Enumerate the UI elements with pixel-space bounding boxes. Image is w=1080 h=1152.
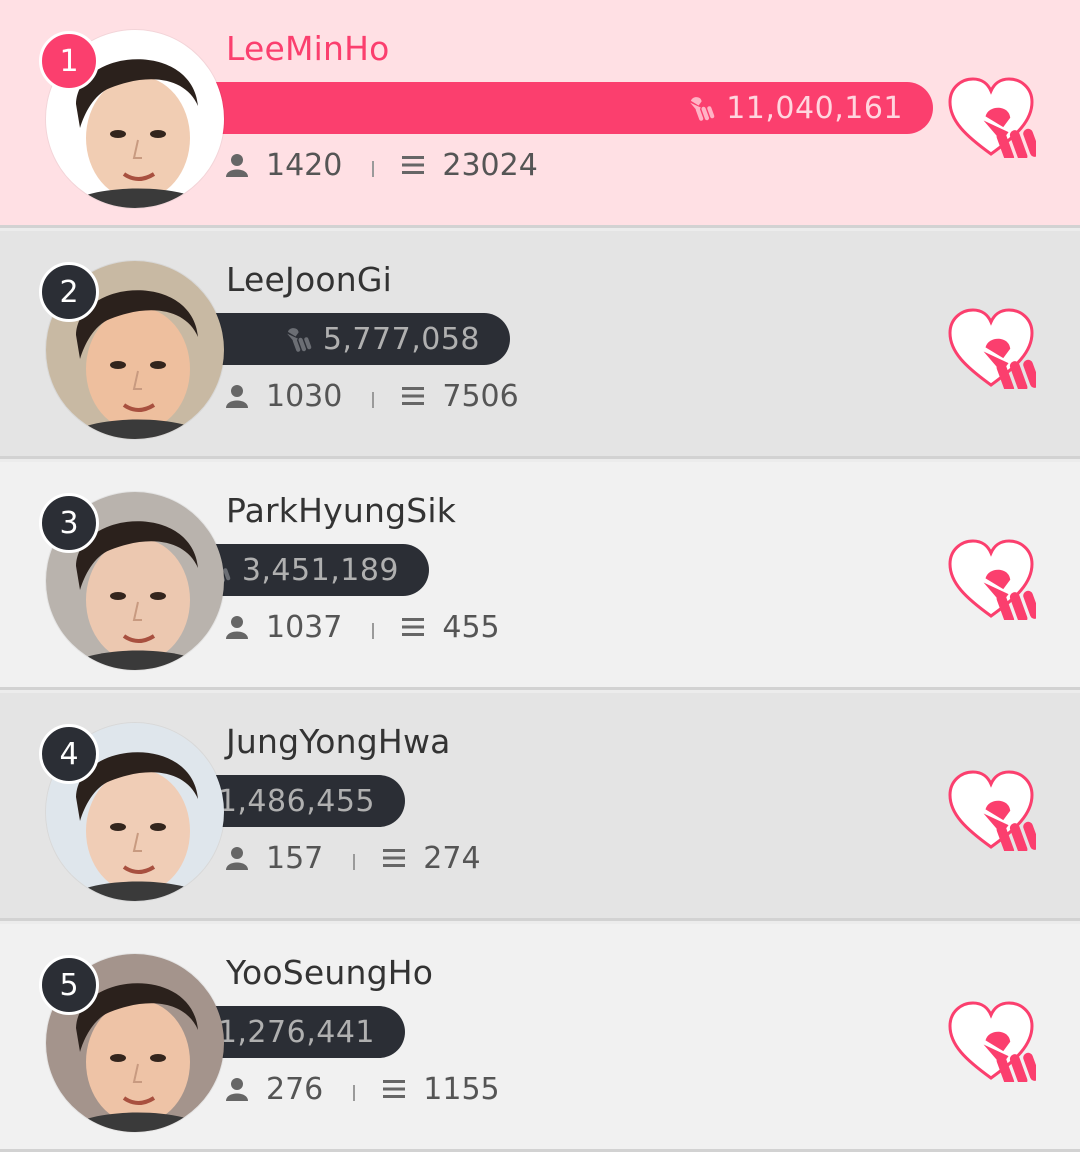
supporter-count: 1030 xyxy=(266,378,343,414)
vote-button[interactable] xyxy=(946,307,1036,389)
post-count: 7506 xyxy=(442,378,519,414)
vote-count: 1,276,441 xyxy=(217,1014,375,1050)
supporter-count: 1037 xyxy=(266,609,343,645)
vote-bar: 1,486,455 xyxy=(205,775,405,827)
member-stats: 1420 23024 xyxy=(226,145,538,185)
post-count: 455 xyxy=(442,609,500,645)
member-name: LeeJoonGi xyxy=(226,260,392,299)
rank-badge: 1 xyxy=(39,31,99,91)
rank-badge: 4 xyxy=(39,724,99,784)
member-stats: 1037 455 xyxy=(226,607,500,647)
member-name: ParkHyungSik xyxy=(226,491,457,530)
heart-vote-icon xyxy=(948,770,1036,851)
user-icon xyxy=(226,1078,248,1101)
list-icon xyxy=(402,156,425,174)
vote-button[interactable] xyxy=(946,769,1036,851)
divider xyxy=(372,161,375,177)
divider xyxy=(353,854,356,870)
divider xyxy=(372,623,375,639)
heart-vote-icon xyxy=(948,308,1036,389)
member-name: LeeMinHo xyxy=(226,29,390,68)
ranking-row[interactable]: 5 YooSeungHo 1,276,441 276 1155 xyxy=(0,924,1080,1152)
vote-count: 5,777,058 xyxy=(322,321,480,357)
vote-count: 3,451,189 xyxy=(241,552,399,588)
post-count: 1155 xyxy=(423,1071,500,1107)
member-name: JungYongHwa xyxy=(226,722,451,761)
member-stats: 1030 7506 xyxy=(226,376,519,416)
list-icon xyxy=(383,849,406,867)
vote-count: 1,486,455 xyxy=(217,783,375,819)
ranking-list: 1 LeeMinHo 11,040,161 1420 23024 2 LeeJo… xyxy=(0,0,1080,1152)
list-icon xyxy=(402,618,425,636)
heart-vote-icon xyxy=(948,77,1036,158)
ranking-row[interactable]: 1 LeeMinHo 11,040,161 1420 23024 xyxy=(0,0,1080,228)
divider xyxy=(353,1085,356,1101)
member-stats: 276 1155 xyxy=(226,1069,500,1109)
vote-bar: 1,276,441 xyxy=(205,1006,405,1058)
user-icon xyxy=(226,385,248,408)
finger-heart-icon xyxy=(287,322,315,356)
member-name: YooSeungHo xyxy=(226,953,434,992)
supporter-count: 276 xyxy=(266,1071,324,1107)
list-icon xyxy=(402,387,425,405)
ranking-row[interactable]: 3 ParkHyungSik 3,451,189 1037 455 xyxy=(0,462,1080,690)
rank-badge: 5 xyxy=(39,955,99,1015)
user-icon xyxy=(226,847,248,870)
rank-badge: 3 xyxy=(39,493,99,553)
heart-vote-icon xyxy=(948,1001,1036,1082)
vote-bar: 3,451,189 xyxy=(205,544,429,596)
user-icon xyxy=(226,154,248,177)
vote-bar: 5,777,058 xyxy=(205,313,510,365)
post-count: 23024 xyxy=(442,147,538,183)
vote-button[interactable] xyxy=(946,76,1036,158)
vote-bar: 11,040,161 xyxy=(205,82,933,134)
list-icon xyxy=(383,1080,406,1098)
member-stats: 157 274 xyxy=(226,838,481,878)
finger-heart-icon xyxy=(690,91,718,125)
rank-badge: 2 xyxy=(39,262,99,322)
user-icon xyxy=(226,616,248,639)
supporter-count: 1420 xyxy=(266,147,343,183)
supporter-count: 157 xyxy=(266,840,324,876)
divider xyxy=(372,392,375,408)
heart-vote-icon xyxy=(948,539,1036,620)
ranking-row[interactable]: 4 JungYongHwa 1,486,455 157 274 xyxy=(0,693,1080,921)
post-count: 274 xyxy=(423,840,481,876)
vote-count: 11,040,161 xyxy=(726,90,903,126)
vote-button[interactable] xyxy=(946,538,1036,620)
ranking-row[interactable]: 2 LeeJoonGi 5,777,058 1030 7506 xyxy=(0,231,1080,459)
vote-button[interactable] xyxy=(946,1000,1036,1082)
